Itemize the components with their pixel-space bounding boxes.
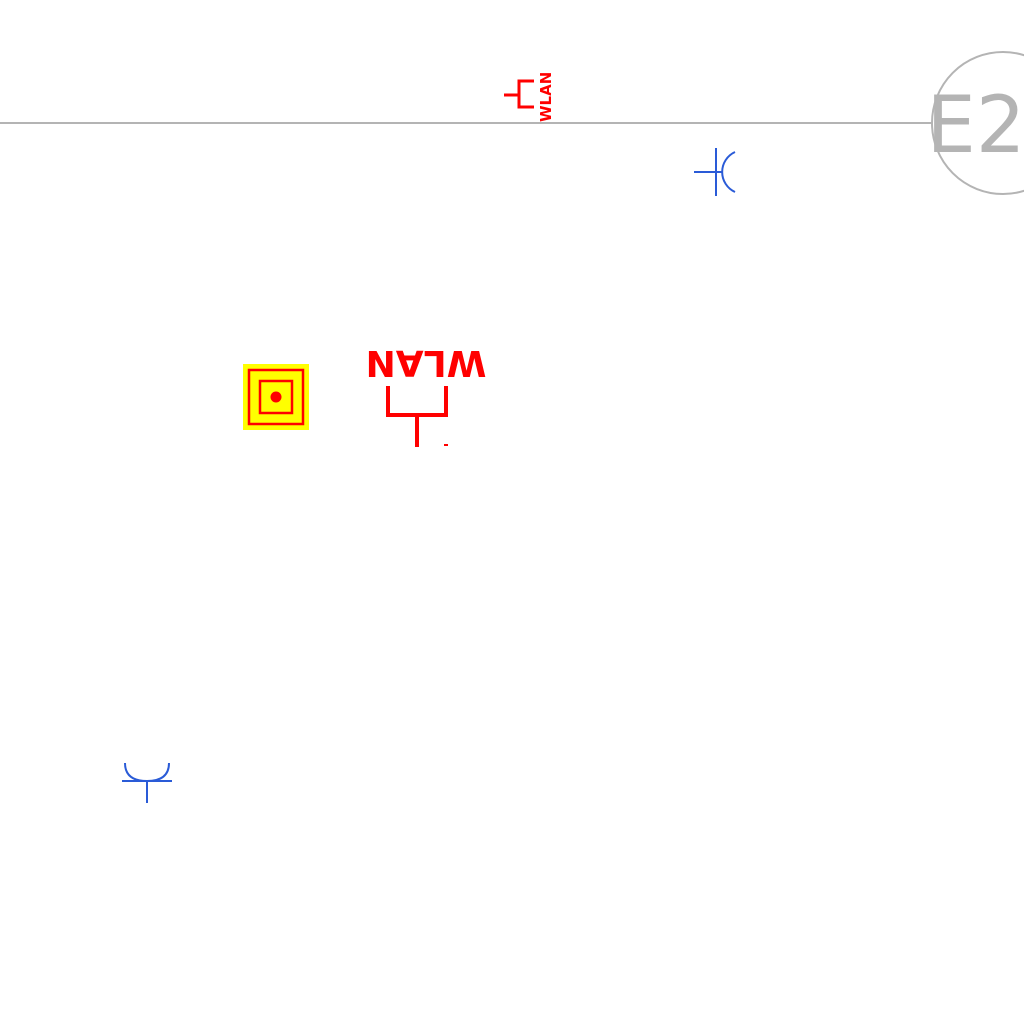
- wlan-antenna-icon: [504, 79, 534, 109]
- wlan-label-large: WLAN: [366, 342, 487, 383]
- wlan-outlet-symbol-large[interactable]: WLAN: [366, 342, 487, 447]
- telephone-outlet-icon[interactable]: [694, 148, 736, 196]
- grid-bubble[interactable]: E2: [927, 51, 1024, 195]
- square-target-icon[interactable]: [243, 364, 309, 430]
- floor-plan-canvas[interactable]: E2 WLAN WLAN: [0, 0, 1024, 1024]
- wlan-antenna-icon: [386, 386, 448, 447]
- wlan-outlet-symbol-small[interactable]: WLAN: [504, 72, 555, 122]
- wlan-label-small: WLAN: [537, 72, 555, 122]
- grid-bubble-label: E2: [927, 81, 1024, 171]
- antenna-symbol-icon[interactable]: [122, 762, 172, 803]
